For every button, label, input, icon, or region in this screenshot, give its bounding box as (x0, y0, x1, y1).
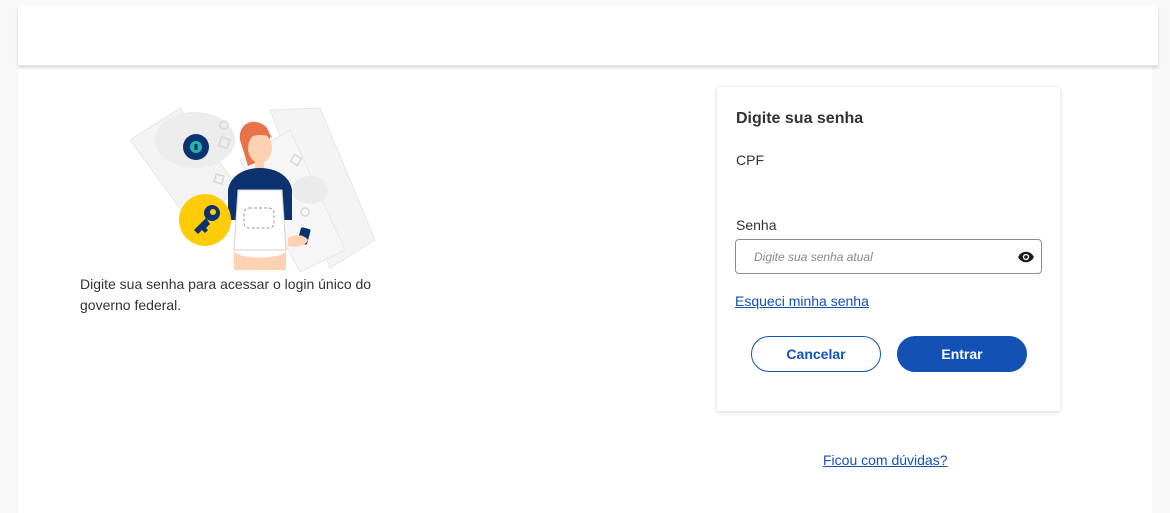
enter-button[interactable]: Entrar (897, 336, 1027, 372)
left-margin (0, 0, 18, 513)
cancel-button[interactable]: Cancelar (751, 336, 881, 372)
password-input[interactable] (736, 240, 1006, 273)
card-title: Digite sua senha (736, 110, 864, 127)
forgot-password-link[interactable]: Esqueci minha senha (735, 293, 869, 309)
intro-description: Digite sua senha para acessar o login ún… (80, 276, 372, 313)
cpf-label: CPF (736, 152, 764, 168)
lock-badge-icon (183, 134, 209, 160)
login-illustration (129, 107, 376, 272)
help-link[interactable]: Ficou com dúvidas? (823, 452, 948, 468)
password-label: Senha (736, 217, 777, 233)
right-margin (1152, 0, 1170, 513)
page-header (18, 6, 1158, 66)
login-page: Digite sua senha para acessar o login ún… (0, 0, 1170, 513)
key-icon (179, 194, 231, 246)
password-field (735, 239, 1042, 274)
eye-icon[interactable] (1017, 248, 1035, 266)
login-card: Digite sua senha CPF Senha Esqueci minha… (717, 87, 1060, 411)
